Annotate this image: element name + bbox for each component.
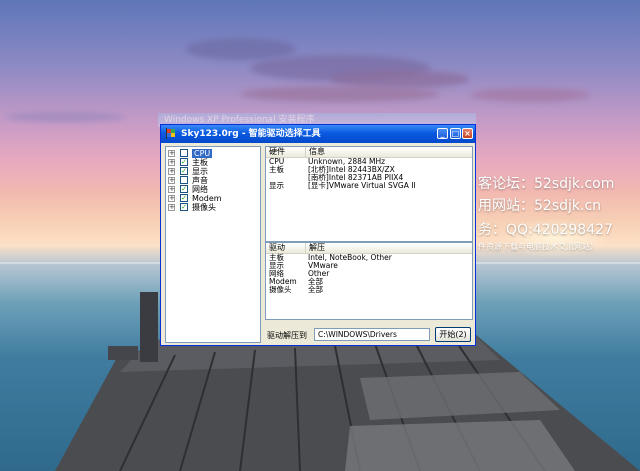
maximize-button[interactable]: □ <box>450 128 461 139</box>
flag-icon <box>166 128 175 139</box>
overlay-site-text: 用网站：52sdjk.cn <box>478 198 602 214</box>
checkbox-modem[interactable]: ✓ <box>180 194 188 202</box>
row-key: 摄像头 <box>269 285 292 294</box>
start-button[interactable]: 开始(2) <box>435 327 471 342</box>
dialog-title: Sky123.0rg - 智能驱动选择工具 <box>181 129 321 139</box>
expand-icon[interactable]: + <box>168 150 175 157</box>
column-header-info[interactable]: 信息 <box>306 147 472 157</box>
table-row[interactable]: 主板 Intel, NoteBook, Other <box>266 254 472 262</box>
tree-item-label: Modem <box>192 194 222 203</box>
overlay-forum-text: 客论坛：52sdjk.com <box>478 176 615 192</box>
tree-item-label: 摄像头 <box>192 203 216 212</box>
column-header-driver[interactable]: 驱动 <box>266 243 306 253</box>
driver-extract-table[interactable]: 驱动 解压 主板 Intel, NoteBook, Other 显示 VMwar… <box>265 242 473 320</box>
table-row[interactable]: 显示 [显卡]VMware Virtual SVGA II <box>266 182 472 190</box>
row-key: 显示 <box>269 181 284 190</box>
table-row[interactable]: 摄像头 全部 <box>266 286 472 294</box>
tree-item-label: 主板 <box>192 158 208 167</box>
checkbox-network[interactable]: ✓ <box>180 185 188 193</box>
tree-item-label: 显示 <box>192 167 208 176</box>
hardware-info-table[interactable]: 硬件 信息 CPU Unknown, 2884 MHz 主板 [北桥]Intel… <box>265 146 473 242</box>
checkbox-cpu[interactable] <box>180 149 188 157</box>
checkbox-mainboard[interactable]: ✓ <box>180 158 188 166</box>
extract-to-label: 驱动解压到 <box>267 331 307 340</box>
checkbox-camera[interactable]: ✓ <box>180 203 188 211</box>
row-value: 全部 <box>308 285 323 294</box>
overlay-qq-text: 务：QQ:420298427 <box>478 222 613 238</box>
expand-icon[interactable]: + <box>168 186 175 193</box>
driver-tool-dialog: Sky123.0rg - 智能驱动选择工具 _ □ × + CPU + ✓ 主板… <box>160 124 476 346</box>
checkbox-sound[interactable] <box>180 176 188 184</box>
device-tree[interactable]: + CPU + ✓ 主板 + ✓ 显示 + 声音 + ✓ 网络 + ✓ Mode… <box>165 146 261 343</box>
table-row[interactable]: 网络 Other <box>266 270 472 278</box>
tree-item-label: CPU <box>192 149 213 158</box>
close-button[interactable]: × <box>462 128 473 139</box>
expand-icon[interactable]: + <box>168 204 175 211</box>
overlay-desc-text: 件资源下载与电脑技术交流网站） <box>478 242 598 251</box>
table-row[interactable]: 显示 VMware <box>266 262 472 270</box>
extract-path-input[interactable]: C:\WINDOWS\Drivers <box>314 328 430 341</box>
expand-icon[interactable]: + <box>168 159 175 166</box>
tree-item-label: 网络 <box>192 185 208 194</box>
expand-icon[interactable]: + <box>168 195 175 202</box>
dialog-titlebar[interactable]: Sky123.0rg - 智能驱动选择工具 _ □ × <box>161 125 475 143</box>
column-header-hardware[interactable]: 硬件 <box>266 147 306 157</box>
expand-icon[interactable]: + <box>168 177 175 184</box>
tree-item-label: 声音 <box>192 176 208 185</box>
row-value: [显卡]VMware Virtual SVGA II <box>308 181 416 190</box>
table-row[interactable]: Modem 全部 <box>266 278 472 286</box>
minimize-button[interactable]: _ <box>437 128 448 139</box>
column-header-extract[interactable]: 解压 <box>306 243 472 253</box>
expand-icon[interactable]: + <box>168 168 175 175</box>
row-key: 主板 <box>269 165 284 174</box>
checkbox-display[interactable]: ✓ <box>180 167 188 175</box>
